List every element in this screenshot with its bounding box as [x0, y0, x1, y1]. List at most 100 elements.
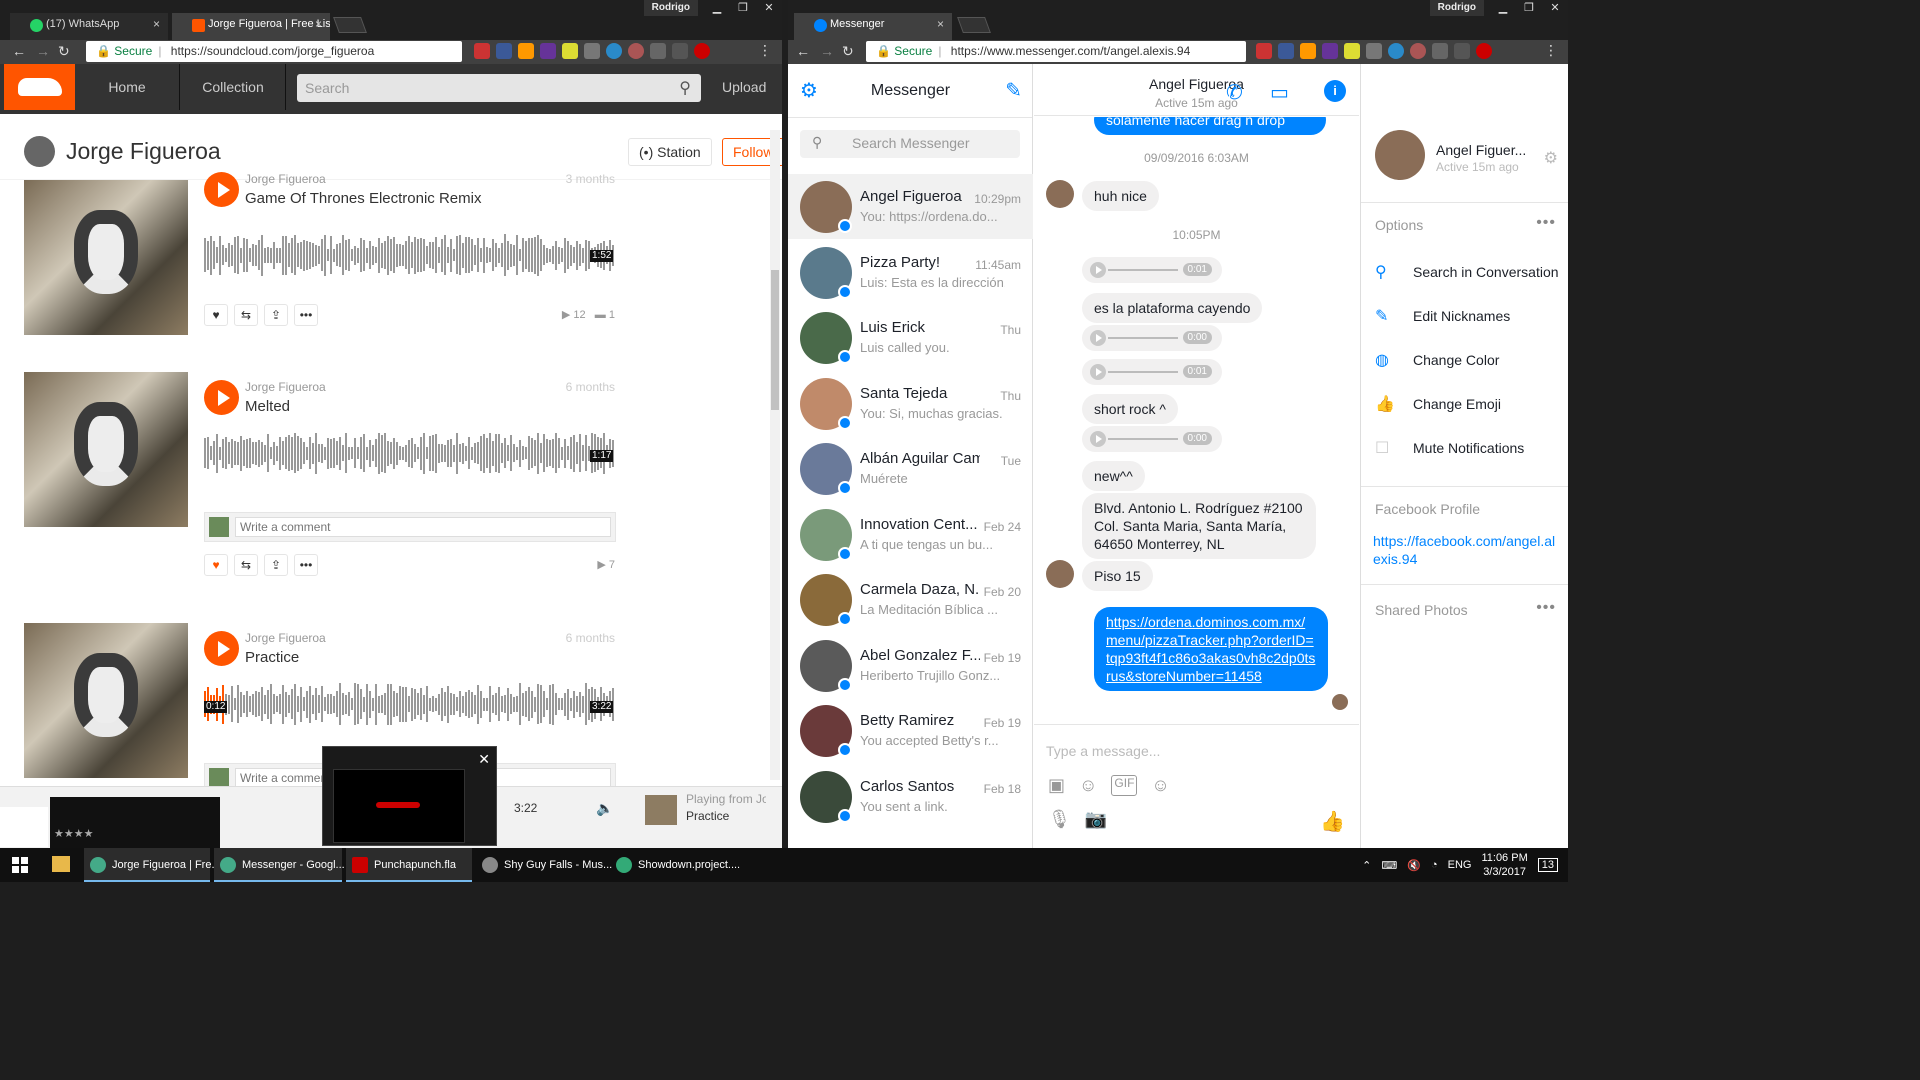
- play-icon[interactable]: [1090, 431, 1106, 447]
- close-tab-icon[interactable]: ×: [153, 17, 160, 31]
- function-extension-icon[interactable]: [1454, 43, 1470, 59]
- track-artwork[interactable]: [24, 623, 188, 778]
- track-title[interactable]: Game Of Thrones Electronic Remix: [245, 190, 481, 207]
- like-button[interactable]: ♥: [204, 554, 228, 576]
- conversation-item[interactable]: Carmela Daza, N... Feb 20 La Meditación Bí…: [788, 567, 1033, 632]
- repost-button[interactable]: ⇆: [234, 304, 258, 326]
- gif-icon[interactable]: GIF: [1111, 775, 1138, 796]
- gmail-extension-icon[interactable]: [474, 43, 490, 59]
- forward-icon[interactable]: →: [820, 43, 834, 59]
- conversation-item[interactable]: Angel Figueroa 10:29pm You: https://ordena…: [788, 174, 1033, 239]
- play-icon[interactable]: [1090, 262, 1106, 278]
- thumbs-up-icon[interactable]: 👍: [1320, 809, 1345, 834]
- function-extension-icon[interactable]: [672, 43, 688, 59]
- conversation-item[interactable]: Betty Ramirez Feb 19 You accepted Betty's …: [788, 698, 1033, 763]
- compose-icon[interactable]: ✎: [1005, 78, 1022, 103]
- profile-avatar[interactable]: [24, 136, 55, 167]
- settings-gear-icon[interactable]: ⚙: [1544, 148, 1558, 168]
- checkbox-icon[interactable]: ☐: [1375, 438, 1403, 458]
- chat-contact-name[interactable]: Angel Figueroa: [1034, 76, 1359, 92]
- minimize-button[interactable]: ▁: [1490, 0, 1516, 16]
- volume-icon[interactable]: 🔇: [1407, 859, 1421, 872]
- audio-message[interactable]: 0:00: [1082, 426, 1222, 452]
- windows-start-icon[interactable]: [12, 857, 28, 873]
- more-button[interactable]: •••: [294, 554, 318, 576]
- track-user[interactable]: Jorge Figueroa: [245, 380, 326, 394]
- comment-input[interactable]: [235, 517, 611, 537]
- like-button[interactable]: ♥: [204, 304, 228, 326]
- conversation-item[interactable]: Carlos Santos Feb 18 You sent a link.: [788, 764, 1033, 829]
- pocket-extension-icon[interactable]: [584, 43, 600, 59]
- pocket-extension-icon[interactable]: [1366, 43, 1382, 59]
- gmail-extension-icon[interactable]: [1256, 43, 1272, 59]
- back-icon[interactable]: ←: [796, 43, 810, 59]
- maximize-button[interactable]: ❐: [730, 0, 756, 16]
- repost-button[interactable]: ⇆: [234, 554, 258, 576]
- soundcloud-logo[interactable]: [4, 64, 75, 110]
- conversation-item[interactable]: Abel Gonzalez F... Feb 19 Heriberto Trujil…: [788, 633, 1033, 698]
- chrome-menu-icon[interactable]: ⋮: [758, 42, 772, 59]
- close-window-button[interactable]: ✕: [756, 0, 782, 16]
- share-button[interactable]: ⇪: [264, 304, 288, 326]
- player-artwork[interactable]: [645, 795, 677, 825]
- extension-icon[interactable]: [1388, 43, 1404, 59]
- option-search-in-conversation[interactable]: ⚲ Search in Conversation: [1375, 262, 1559, 282]
- chevron-up-icon[interactable]: ⌃: [1362, 859, 1371, 872]
- address-bar[interactable]: 🔒 Secure | https://www.messenger.com/t/an…: [866, 41, 1246, 62]
- extension-icon[interactable]: [606, 43, 622, 59]
- language-indicator[interactable]: ENG: [1448, 859, 1472, 871]
- conversation-item[interactable]: Pizza Party! 11:45am Luis: Esta es la dire…: [788, 240, 1033, 305]
- taskbar-chrome-messenger[interactable]: Messenger - Googl...: [214, 848, 345, 882]
- option-edit-nicknames[interactable]: ✎ Edit Nicknames: [1375, 306, 1510, 326]
- taskbar-flash[interactable]: Punchapunch.fla: [346, 848, 472, 882]
- tab-soundcloud[interactable]: Jorge Figueroa | Free List ×: [172, 13, 330, 40]
- track-user[interactable]: Jorge Figueroa: [245, 631, 326, 645]
- station-button[interactable]: (•) Station: [628, 138, 712, 166]
- twitter-extension-icon[interactable]: [1432, 43, 1448, 59]
- rss-extension-icon[interactable]: [518, 43, 534, 59]
- chrome-menu-icon[interactable]: ⋮: [1544, 42, 1558, 59]
- close-tab-icon[interactable]: ×: [315, 17, 322, 31]
- play-icon[interactable]: [1090, 364, 1106, 380]
- back-icon[interactable]: ←: [12, 43, 26, 59]
- extension-icon[interactable]: [628, 43, 644, 59]
- audio-message[interactable]: 0:01: [1082, 257, 1222, 283]
- pizza-tracker-link[interactable]: https://ordena.dominos.com.mx/menu/pizza…: [1106, 614, 1315, 684]
- info-icon[interactable]: i: [1324, 80, 1346, 102]
- extension-icon[interactable]: [562, 43, 578, 59]
- conversation-item[interactable]: Santa Tejeda Thu You: Si, muchas gracias.: [788, 371, 1033, 436]
- search-messenger-input[interactable]: ⚲ Search Messenger: [800, 130, 1020, 158]
- facebook-profile-link[interactable]: https://facebook.com/angel.alexis.94: [1373, 532, 1559, 568]
- file-explorer-icon[interactable]: [52, 856, 70, 872]
- conversation-item[interactable]: Innovation Cent... Feb 24 A ti que tengas …: [788, 502, 1033, 567]
- extension-icon[interactable]: [1410, 43, 1426, 59]
- sticker-icon[interactable]: ☺: [1079, 775, 1097, 796]
- track-user[interactable]: Jorge Figueroa: [245, 172, 326, 186]
- volume-icon[interactable]: 🔈: [596, 800, 613, 817]
- play-icon[interactable]: [1090, 330, 1106, 346]
- contact-avatar-large[interactable]: [1375, 130, 1425, 180]
- close-tab-icon[interactable]: ×: [937, 17, 944, 31]
- share-button[interactable]: ⇪: [264, 554, 288, 576]
- message-input[interactable]: Type a message...: [1046, 743, 1160, 759]
- reload-icon[interactable]: ↻: [842, 43, 854, 60]
- extension-icon[interactable]: [694, 43, 710, 59]
- twitter-extension-icon[interactable]: [650, 43, 666, 59]
- taskbar-chrome-soundcloud[interactable]: Jorge Figueroa | Fre...: [84, 848, 221, 882]
- tab-messenger[interactable]: Messenger ×: [794, 13, 952, 40]
- more-options-icon[interactable]: •••: [1536, 599, 1556, 617]
- reload-icon[interactable]: ↻: [58, 43, 70, 60]
- conversation-item[interactable]: Luis Erick Thu Luis called you.: [788, 305, 1033, 370]
- rss-extension-icon[interactable]: [1300, 43, 1316, 59]
- new-tab-button[interactable]: [957, 17, 991, 33]
- keyboard-icon[interactable]: ⌨: [1381, 859, 1397, 872]
- waveform[interactable]: [204, 681, 616, 727]
- address-bar[interactable]: 🔒 Secure | https://soundcloud.com/jorge_f…: [86, 41, 462, 62]
- video-call-icon[interactable]: ▭: [1270, 80, 1289, 105]
- taskbar-music[interactable]: Shy Guy Falls - Mus...: [476, 848, 612, 882]
- camera-icon[interactable]: 📷: [1085, 809, 1107, 830]
- nav-collection[interactable]: Collection: [181, 64, 286, 110]
- option-mute-notifications[interactable]: ☐ Mute Notifications: [1375, 438, 1524, 458]
- clock[interactable]: 11:06 PM 3/3/2017: [1481, 851, 1527, 879]
- upload-link[interactable]: Upload: [722, 64, 766, 110]
